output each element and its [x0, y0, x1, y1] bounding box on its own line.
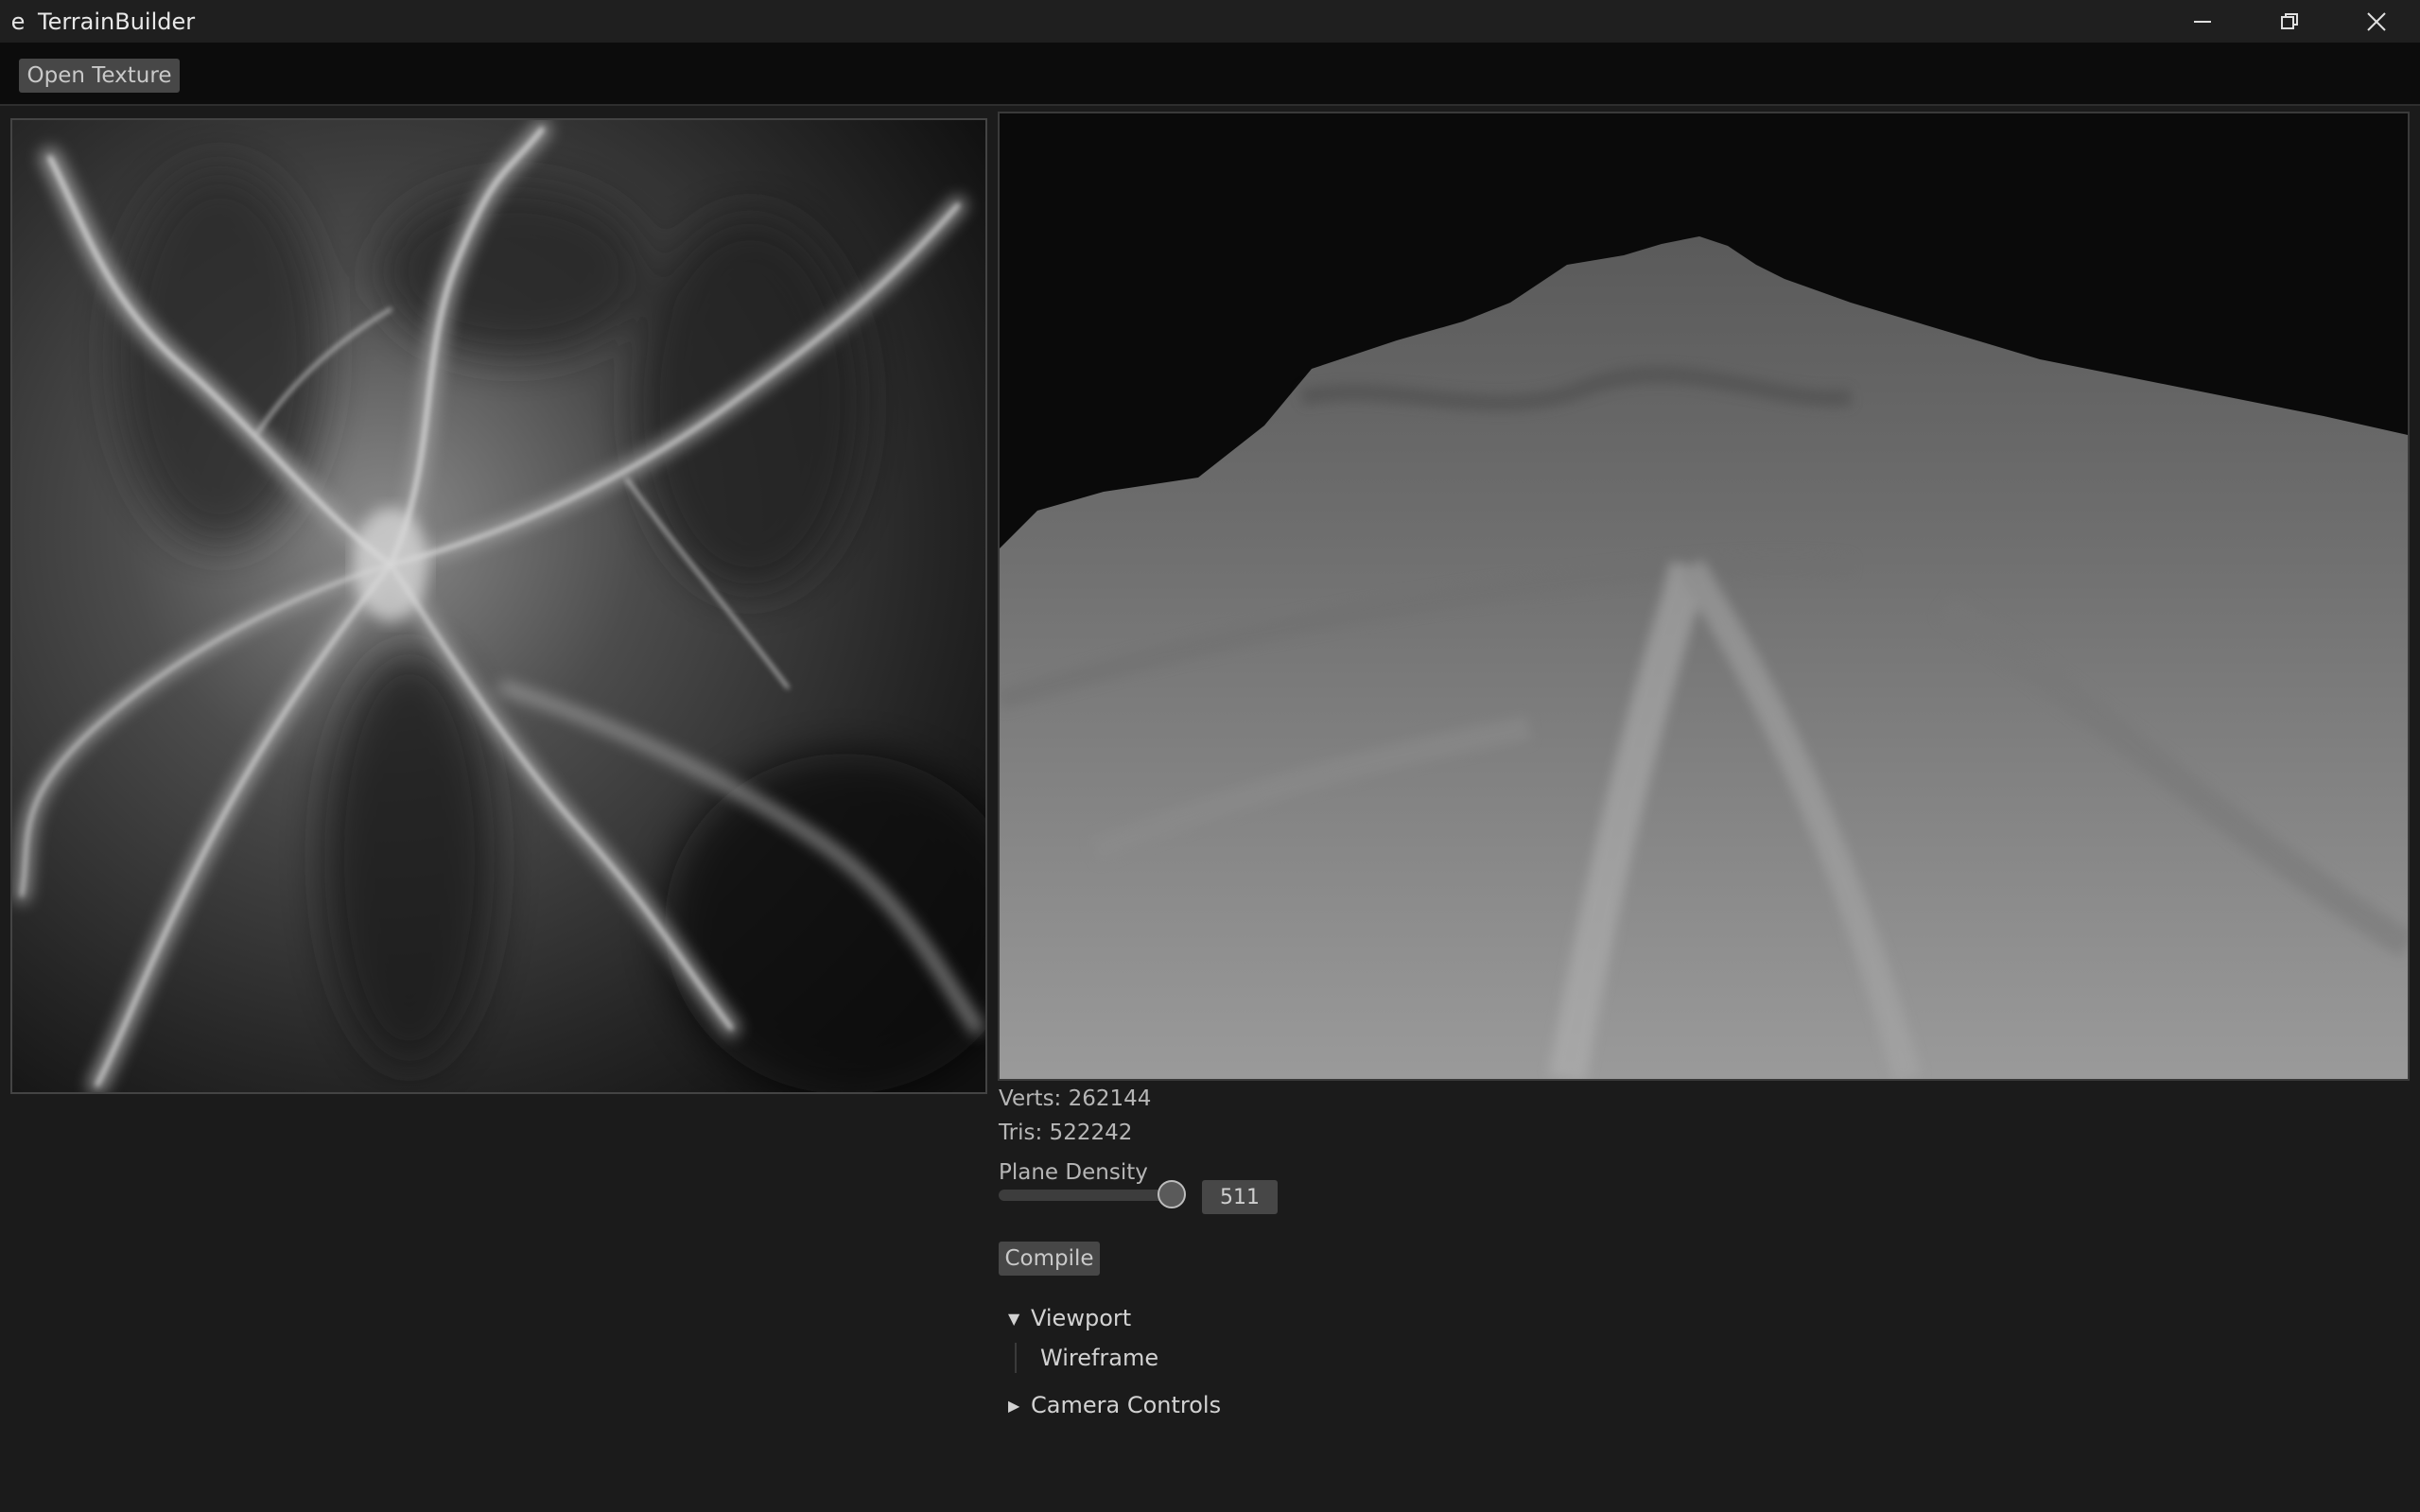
- heightmap-preview: [10, 118, 987, 1094]
- verts-count: Verts: 262144: [999, 1086, 1152, 1111]
- wireframe-option[interactable]: Wireframe: [1040, 1345, 1158, 1371]
- viewport-tree-label: Viewport: [1031, 1305, 1132, 1331]
- heightmap-image: [12, 120, 985, 1092]
- compile-button[interactable]: Compile: [999, 1242, 1100, 1276]
- minimize-icon: [2194, 20, 2211, 23]
- plane-density-value[interactable]: 511: [1202, 1180, 1278, 1214]
- close-button[interactable]: [2333, 0, 2420, 43]
- minimize-button[interactable]: [2159, 0, 2246, 43]
- camera-controls-tree-node[interactable]: ▶ Camera Controls: [1008, 1392, 1221, 1418]
- viewport-tree-node[interactable]: ▼ Viewport: [1008, 1305, 1131, 1331]
- window-title: TerrainBuilder: [38, 8, 196, 35]
- restore-icon: [2281, 12, 2298, 29]
- terrain-render: [1000, 113, 2408, 1079]
- tris-count: Tris: 522242: [999, 1121, 1133, 1145]
- plane-density-slider[interactable]: [999, 1190, 1174, 1201]
- camera-controls-tree-label: Camera Controls: [1031, 1392, 1222, 1418]
- caret-down-icon: ▼: [1008, 1309, 1020, 1328]
- restore-button[interactable]: [2246, 0, 2333, 43]
- caret-right-icon: ▶: [1008, 1396, 1020, 1415]
- title-bar: e TerrainBuilder: [0, 0, 2420, 43]
- open-texture-button[interactable]: Open Texture: [19, 59, 180, 93]
- app-icon: e: [10, 8, 26, 35]
- tree-indent-guide: [1015, 1343, 1017, 1373]
- plane-density-label: Plane Density: [999, 1160, 1148, 1185]
- close-icon: [2367, 11, 2386, 31]
- terrain-3d-viewport[interactable]: [998, 112, 2410, 1081]
- window-controls: [2159, 0, 2420, 43]
- plane-density-slider-handle[interactable]: [1158, 1180, 1186, 1208]
- toolbar: Open Texture: [0, 43, 2420, 106]
